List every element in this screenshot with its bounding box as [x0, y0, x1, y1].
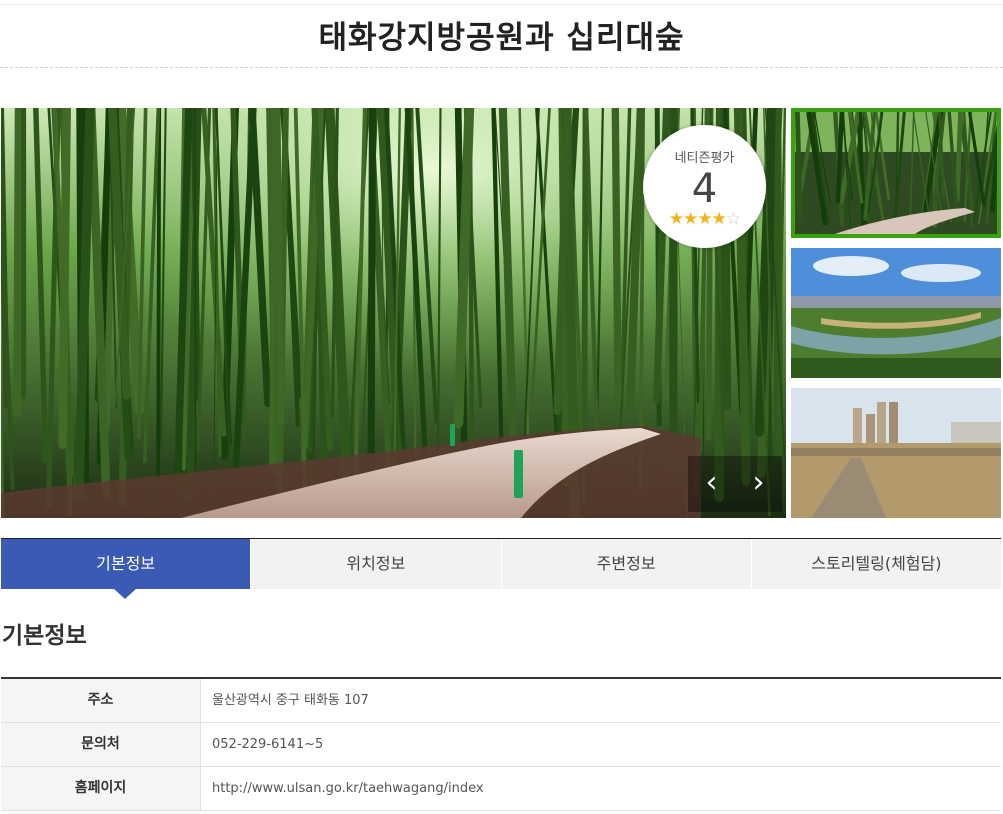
homepage-label: 홈페이지 — [1, 767, 201, 810]
rating-stars: ★★★★☆ — [643, 209, 766, 229]
address-value: 울산광역시 중구 태화동 107 — [212, 693, 369, 708]
thumbnail-image — [791, 248, 1001, 378]
table-row: 주소 울산광역시 중구 태화동 107 — [1, 679, 1001, 723]
contact-label: 문의처 — [1, 723, 201, 766]
next-arrow-icon[interactable]: › — [735, 456, 782, 512]
basic-info-table: 주소 울산광역시 중구 태화동 107 문의처 052-229-6141~5 홈… — [1, 677, 1001, 811]
table-row: 문의처 052-229-6141~5 — [1, 723, 1001, 767]
table-row: 홈페이지 http://www.ulsan.go.kr/taehwagang/i… — [1, 767, 1001, 811]
homepage-link[interactable]: http://www.ulsan.go.kr/taehwagang/index — [212, 781, 484, 796]
thumbnail-reed-field[interactable] — [791, 388, 1001, 518]
rating-value: 4 — [691, 166, 718, 212]
user-rating-badge: 네티즌평가 4 ★★★★☆ — [643, 125, 766, 248]
homepage-value: http://www.ulsan.go.kr/taehwagang/index — [201, 767, 1001, 810]
tab-storytelling[interactable]: 스토리텔링(체험담) — [751, 539, 1001, 589]
page-title: 태화강지방공원과 십리대숲 — [318, 20, 685, 56]
thumbnail-bamboo-forest[interactable] — [791, 108, 1001, 238]
prev-arrow-icon[interactable]: ‹ — [688, 456, 735, 512]
tab-nearby-info[interactable]: 주변정보 — [501, 539, 752, 589]
section-title: 기본정보 — [2, 623, 87, 649]
slider-navigation: ‹ › — [688, 456, 782, 512]
thumbnail-image — [795, 112, 997, 234]
info-tabs: 기본정보 위치정보 주변정보 스토리텔링(체험담) — [1, 538, 1001, 599]
title-divider — [0, 67, 1003, 68]
star-empty-icon: ☆ — [725, 209, 741, 229]
tab-basic-info[interactable]: 기본정보 — [1, 539, 252, 599]
tab-location-info[interactable]: 위치정보 — [251, 539, 502, 589]
thumbnail-river-view[interactable] — [791, 248, 1001, 378]
rating-label: 네티즌평가 — [674, 151, 735, 166]
contact-value: 052-229-6141~5 — [212, 737, 324, 752]
top-divider — [0, 4, 1003, 5]
thumbnail-image — [791, 388, 1001, 518]
star-filled-icon: ★★★★ — [668, 209, 727, 229]
address-label: 주소 — [1, 679, 201, 722]
